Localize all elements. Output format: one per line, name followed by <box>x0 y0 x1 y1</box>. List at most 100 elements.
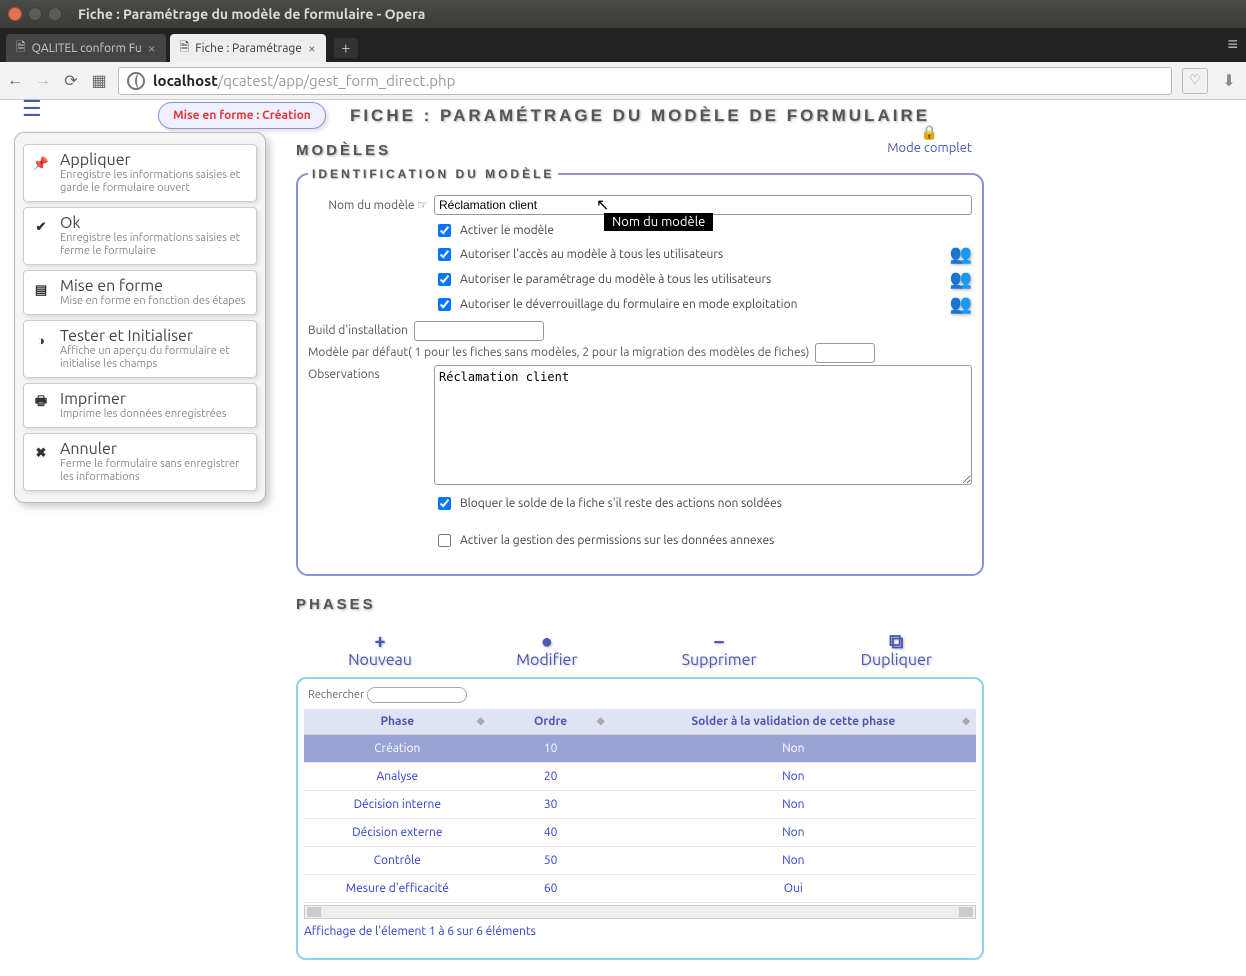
tab-label: QALITEL conform Fu <box>32 42 142 55</box>
check-icon: ✔ <box>32 218 50 236</box>
search-label: Rechercher <box>308 689 364 701</box>
navbar: ← → ⟳ ▦ localhost/qcatest/app/gest_form_… <box>0 62 1246 100</box>
sidebar-item-desc: Ferme le formulaire sans enregistrer les… <box>60 458 248 484</box>
bloquer-checkbox[interactable] <box>438 497 451 510</box>
test-init-button[interactable]: ◑ Tester et Initialiser Affiche un aperç… <box>23 320 257 378</box>
dupliquer-button[interactable]: ⧉Dupliquer <box>861 631 932 669</box>
cell-solder: Non <box>611 819 976 847</box>
cell-solder: Non <box>611 735 976 763</box>
cancel-button[interactable]: ✖ Annuler Ferme le formulaire sans enreg… <box>23 433 257 491</box>
cell-ordre: 20 <box>491 763 611 791</box>
defaut-input[interactable] <box>815 343 875 363</box>
new-tab-button[interactable]: + <box>334 38 358 58</box>
action-sidebar: 📌 Appliquer Enregistre les informations … <box>14 132 266 503</box>
layout-button[interactable]: ▤ Mise en forme Mise en forme en fonctio… <box>23 270 257 315</box>
users-icon[interactable]: 👥 <box>950 294 972 315</box>
sidebar-item-desc: Enregistre les informations saisies et g… <box>60 169 248 195</box>
lock-icon: 🔒 <box>887 124 972 141</box>
cell-solder: Non <box>611 763 976 791</box>
reload-button[interactable]: ⟳ <box>62 71 80 90</box>
users-icon[interactable]: 👥 <box>950 244 972 265</box>
phases-table: Phase◆ Ordre◆ Solder à la validation de … <box>304 709 976 904</box>
phases-box: Rechercher Phase◆ Ordre◆ Solder à la val… <box>296 677 984 961</box>
downloads-button[interactable]: ⬇ <box>1218 71 1240 90</box>
mode-complet-link[interactable]: 🔒 Mode complet <box>887 124 972 155</box>
table-hscrollbar[interactable] <box>304 905 976 919</box>
table-row[interactable]: Analyse20Non <box>304 763 976 791</box>
unlock-checkbox[interactable] <box>438 298 451 311</box>
window-title: Fiche : Paramétrage du modèle de formula… <box>78 6 425 22</box>
cell-phase: Analyse <box>304 763 491 791</box>
cell-phase: Décision externe <box>304 819 491 847</box>
tab-menu-icon[interactable]: ≡ <box>1227 34 1238 55</box>
close-icon[interactable]: × <box>308 40 316 56</box>
cell-phase: Contrôle <box>304 847 491 875</box>
chk-label: Activer le modèle <box>460 224 554 237</box>
col-phase[interactable]: Phase◆ <box>304 709 491 735</box>
browser-tab-active[interactable]: 🗎 Fiche : Paramétrage × <box>170 34 326 62</box>
close-window-icon[interactable] <box>8 7 22 21</box>
page-title: FICHE : PARAMÉTRAGE DU MODÈLE DE FORMULA… <box>296 104 984 128</box>
param-checkbox[interactable] <box>438 273 451 286</box>
hand-icon[interactable]: ☞ <box>417 199 428 212</box>
table-row[interactable]: Décision interne30Non <box>304 791 976 819</box>
table-row[interactable]: Création10Non <box>304 735 976 763</box>
sidebar-item-title: Imprimer <box>60 390 248 408</box>
col-solder[interactable]: Solder à la validation de cette phase◆ <box>611 709 976 735</box>
nom-modele-input[interactable] <box>434 195 972 215</box>
chk-label: Activer la gestion des permissions sur l… <box>460 534 774 547</box>
gear-icon: ◑ <box>32 331 50 349</box>
users-icon[interactable]: 👥 <box>950 269 972 290</box>
phase-actions: +Nouveau ●Modifier −Supprimer ⧉Dupliquer <box>296 631 984 669</box>
sidebar-item-desc: Enregistre les informations saisies et f… <box>60 232 248 258</box>
url-bar[interactable]: localhost/qcatest/app/gest_form_direct.p… <box>118 67 1172 95</box>
back-button[interactable]: ← <box>6 71 24 90</box>
table-row[interactable]: Contrôle50Non <box>304 847 976 875</box>
close-icon[interactable]: × <box>148 40 156 56</box>
menu-icon[interactable]: ☰ <box>22 102 42 116</box>
bookmark-button[interactable]: ♡ <box>1182 68 1208 94</box>
sort-icon: ◆ <box>962 715 970 727</box>
minimize-window-icon[interactable] <box>28 7 42 21</box>
acces-checkbox[interactable] <box>438 248 451 261</box>
label-defaut: Modèle par défaut( 1 pour les fiches san… <box>308 346 809 359</box>
table-row[interactable]: Décision externe40Non <box>304 819 976 847</box>
perms-checkbox[interactable] <box>438 534 451 547</box>
chk-label: Autoriser le paramétrage du modèle à tou… <box>460 273 771 286</box>
supprimer-button[interactable]: −Supprimer <box>682 631 757 669</box>
close-icon: ✖ <box>32 444 50 462</box>
section-modeles: MODÈLES <box>296 142 984 159</box>
chk-label: Autoriser le déverrouillage du formulair… <box>460 298 797 311</box>
ok-button[interactable]: ✔ Ok Enregistre les informations saisies… <box>23 207 257 265</box>
col-ordre[interactable]: Ordre◆ <box>491 709 611 735</box>
tab-strip: 🗎 QALITEL conform Fu × 🗎 Fiche : Paramét… <box>0 28 1246 62</box>
fieldset-legend: IDENTIFICATION DU MODÈLE <box>308 167 558 181</box>
phase-search-input[interactable] <box>367 687 467 703</box>
action-label: Nouveau <box>348 651 412 669</box>
cell-ordre: 10 <box>491 735 611 763</box>
maximize-window-icon[interactable] <box>48 7 62 21</box>
action-label: Dupliquer <box>861 651 932 669</box>
cell-phase: Création <box>304 735 491 763</box>
table-row[interactable]: Mesure d'efficacité60Oui <box>304 875 976 903</box>
url-host: localhost <box>153 72 218 89</box>
pin-icon: 📌 <box>32 155 50 173</box>
copy-icon: ⧉ <box>861 631 932 651</box>
url-path: /qcatest/app/gest_form_direct.php <box>218 72 456 89</box>
speed-dial-icon[interactable]: ▦ <box>90 71 108 90</box>
build-input[interactable] <box>414 321 544 341</box>
nouveau-button[interactable]: +Nouveau <box>348 631 412 669</box>
cell-phase: Décision interne <box>304 791 491 819</box>
section-phases: PHASES <box>296 596 984 613</box>
cell-phase: Mesure d'efficacité <box>304 875 491 903</box>
observations-textarea[interactable] <box>434 365 972 485</box>
forward-button[interactable]: → <box>34 71 52 90</box>
minus-icon: − <box>682 631 757 651</box>
apply-button[interactable]: 📌 Appliquer Enregistre les informations … <box>23 144 257 202</box>
plus-icon: + <box>348 631 412 651</box>
browser-tab[interactable]: 🗎 QALITEL conform Fu × <box>6 34 166 62</box>
table-footer: Affichage de l'élement 1 à 6 sur 6 éléme… <box>304 925 976 938</box>
activer-checkbox[interactable] <box>438 224 451 237</box>
modifier-button[interactable]: ●Modifier <box>516 631 577 669</box>
print-button[interactable]: 🖶 Imprimer Imprime les données enregistr… <box>23 383 257 428</box>
